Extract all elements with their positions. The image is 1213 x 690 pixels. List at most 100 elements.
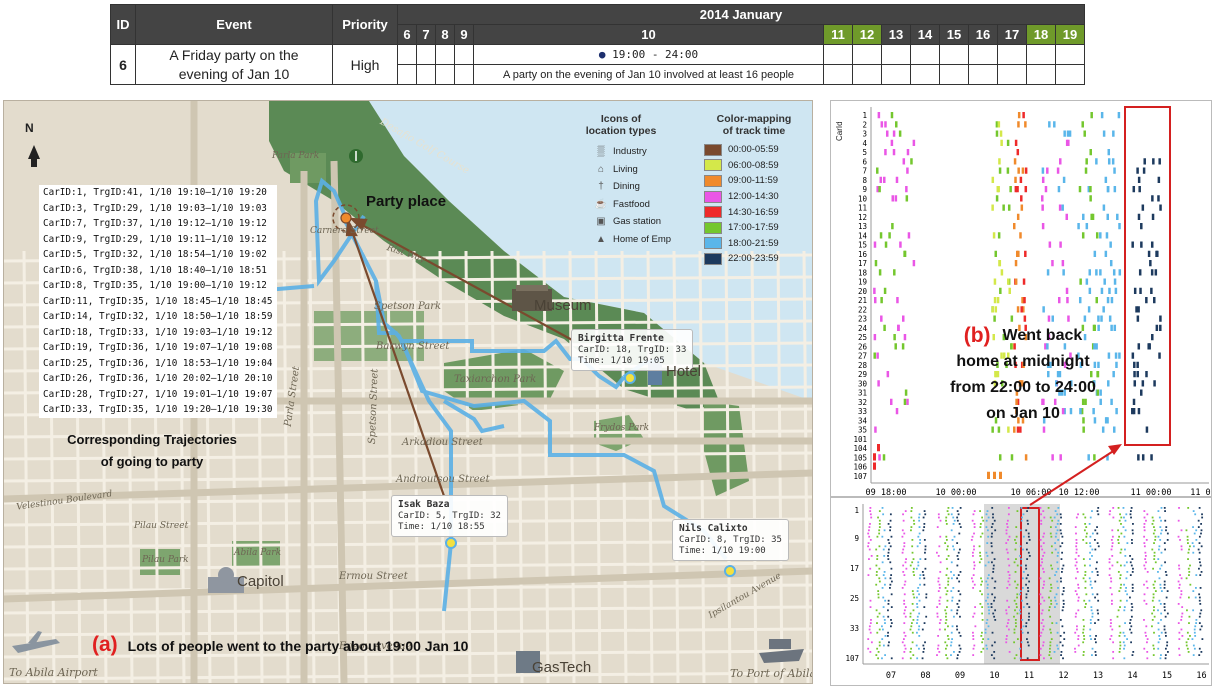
track-mark bbox=[980, 635, 983, 637]
track-mark bbox=[1013, 628, 1016, 631]
trajectory-item[interactable]: CarID:19, TrgID:36, 1/10 19:07—1/10 19:0… bbox=[43, 340, 273, 356]
trajectory-item[interactable]: CarID:33, TrgID:35, 1/10 19:20—1/10 19:3… bbox=[43, 402, 273, 418]
car-id-label: 23 bbox=[858, 315, 867, 324]
track-mark bbox=[869, 507, 872, 509]
track-mark bbox=[1188, 615, 1191, 618]
icon-legend-item: ▣ Gas station bbox=[594, 213, 676, 231]
track-mark bbox=[1147, 343, 1150, 350]
track-mark bbox=[1117, 609, 1120, 612]
track-mark bbox=[1137, 176, 1141, 183]
track-mark bbox=[1110, 548, 1113, 551]
track-mark bbox=[1010, 454, 1014, 461]
trajectory-item[interactable]: CarID:26, TrgID:36, 1/10 20:02—1/10 20:1… bbox=[43, 371, 273, 387]
track-mark bbox=[1120, 583, 1122, 586]
car-id-label: 35 bbox=[858, 426, 867, 435]
track-mark bbox=[891, 223, 894, 230]
track-mark bbox=[1014, 260, 1018, 267]
map-marker[interactable] bbox=[445, 537, 457, 549]
track-mark bbox=[1043, 532, 1045, 535]
track-mark bbox=[1024, 121, 1027, 128]
caption-a: (a) Lots of people went to the party abo… bbox=[92, 633, 468, 657]
track-mark bbox=[1116, 213, 1119, 220]
track-mark bbox=[1014, 609, 1016, 612]
taxiarchon-label: Taxiarchon Park bbox=[454, 374, 537, 385]
track-mark bbox=[1194, 587, 1197, 589]
track-mark bbox=[915, 567, 918, 570]
track-mark bbox=[869, 631, 872, 634]
track-mark bbox=[1198, 615, 1201, 618]
track-mark bbox=[1027, 532, 1030, 535]
track-mark bbox=[1166, 641, 1169, 644]
track-mark bbox=[874, 260, 878, 267]
track-mark bbox=[923, 622, 926, 624]
track-mark bbox=[1056, 167, 1060, 174]
trajectory-item[interactable]: CarID:5, TrgID:32, 1/10 18:54—1/10 19:02 bbox=[43, 247, 273, 263]
track-mark bbox=[1157, 609, 1159, 612]
trajectory-item[interactable]: CarID:8, TrgID:35, 1/10 19:00—1/10 19:12 bbox=[43, 278, 273, 294]
track-mark bbox=[901, 587, 904, 589]
x-tick-label: 10 12:00 bbox=[1059, 488, 1100, 496]
track-mark bbox=[970, 539, 973, 541]
track-mark bbox=[1007, 513, 1010, 516]
trajectory-item[interactable]: CarID:9, TrgID:29, 1/10 19:11—1/10 19:12 bbox=[43, 232, 273, 248]
day-header: 8 bbox=[435, 24, 455, 45]
x-tick-label: 12 bbox=[1058, 671, 1068, 681]
track-mark bbox=[888, 641, 890, 644]
track-mark bbox=[1026, 638, 1028, 640]
track-mark bbox=[1164, 571, 1167, 573]
track-mark bbox=[918, 519, 921, 522]
legend-title-line: of track time bbox=[722, 125, 786, 137]
track-mark bbox=[1068, 130, 1072, 137]
trajectory-item[interactable]: CarID:14, TrgID:32, 1/10 18:50—1/10 18:5… bbox=[43, 309, 273, 325]
trajectory-item[interactable]: CarID:3, TrgID:29, 1/10 19:03—1/10 19:03 bbox=[43, 201, 273, 217]
track-mark bbox=[916, 615, 919, 618]
track-mark bbox=[1160, 654, 1162, 656]
track-mark bbox=[1082, 619, 1085, 621]
trajectory-item[interactable]: CarID:6, TrgID:38, 1/10 18:40—1/10 18:51 bbox=[43, 263, 273, 279]
track-mark bbox=[1074, 558, 1077, 560]
track-mark bbox=[979, 535, 982, 538]
track-mark bbox=[1118, 223, 1121, 230]
trajectory-item[interactable]: CarID:11, TrgID:35, 1/10 18:45—1/10 18:4… bbox=[43, 294, 273, 310]
trajectory-item[interactable]: CarID:7, TrgID:37, 1/10 19:12—1/10 19:12 bbox=[43, 216, 273, 232]
trajectory-item[interactable]: CarID:1, TrgID:41, 1/10 19:10—1/10 19:20 bbox=[43, 185, 273, 201]
track-mark bbox=[1199, 574, 1202, 576]
day-header: 19 bbox=[1055, 24, 1085, 45]
track-mark bbox=[884, 599, 887, 602]
track-mark bbox=[1006, 622, 1009, 624]
track-mark bbox=[981, 631, 983, 634]
color-legend-item: 12:00-14:30 bbox=[704, 189, 804, 205]
track-mark bbox=[925, 596, 928, 599]
track-mark bbox=[1022, 625, 1025, 628]
track-mark bbox=[1061, 567, 1064, 570]
track-mark bbox=[987, 625, 990, 628]
map-marker[interactable] bbox=[724, 565, 736, 577]
track-mark bbox=[877, 444, 880, 452]
track-mark bbox=[1075, 545, 1078, 548]
trajectory-item[interactable]: CarID:18, TrgID:33, 1/10 19:03—1/10 19:1… bbox=[43, 325, 273, 341]
col-id: ID bbox=[110, 4, 136, 45]
track-mark bbox=[1119, 564, 1122, 567]
popup-name: Nils Calixto bbox=[679, 523, 748, 534]
track-mark bbox=[1089, 551, 1091, 554]
track-mark bbox=[902, 548, 905, 551]
track-mark bbox=[1192, 590, 1195, 592]
track-mark bbox=[1106, 297, 1110, 304]
trajectory-item[interactable]: CarID:28, TrgID:27, 1/10 19:01—1/10 19:0… bbox=[43, 387, 273, 403]
trajectory-item[interactable]: CarID:25, TrgID:36, 1/10 18:53—1/10 19:0… bbox=[43, 356, 273, 372]
map-marker[interactable] bbox=[624, 372, 636, 384]
track-mark bbox=[1075, 532, 1077, 535]
track-mark bbox=[1109, 619, 1112, 621]
track-mark bbox=[1051, 260, 1054, 267]
track-mark bbox=[973, 583, 976, 586]
track-mark bbox=[1187, 651, 1190, 653]
track-mark bbox=[1154, 539, 1157, 541]
track-mark bbox=[1150, 287, 1153, 294]
track-mark bbox=[990, 526, 993, 528]
track-mark bbox=[1108, 287, 1111, 294]
track-mark bbox=[1006, 139, 1010, 146]
track-mark bbox=[1097, 619, 1100, 621]
track-mark bbox=[1019, 426, 1022, 433]
track-mark bbox=[973, 532, 975, 535]
y-tick-label: 107 bbox=[845, 654, 859, 663]
